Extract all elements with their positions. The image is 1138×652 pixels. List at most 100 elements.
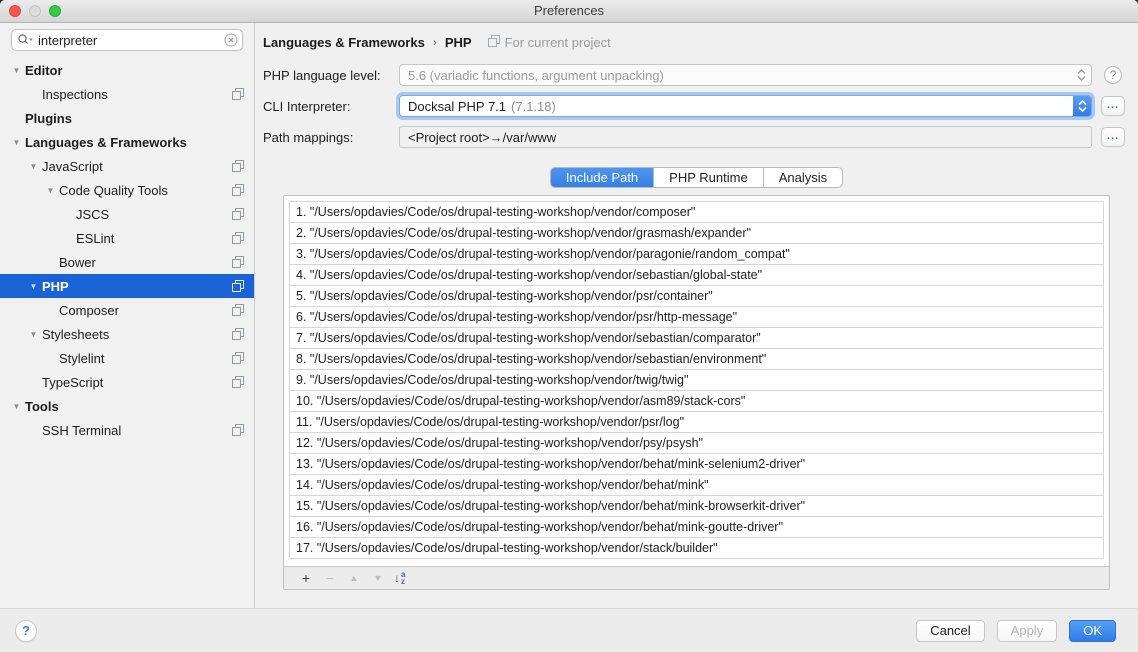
project-settings-icon <box>232 208 244 223</box>
preferences-window: Preferences ▼ Editor Inspe <box>0 0 1138 652</box>
project-settings-icon <box>232 376 244 391</box>
settings-sidebar: ▼ Editor Inspections Plugins ▼ Languages… <box>0 23 255 608</box>
dialog-footer: ? Cancel Apply OK <box>0 608 1138 652</box>
include-path-row[interactable]: 7. "/Users/opdavies/Code/os/drupal-testi… <box>289 327 1104 349</box>
minimize-button <box>29 5 41 17</box>
cli-interpreter-label: CLI Interpreter: <box>263 99 399 114</box>
sidebar-item-stylelint[interactable]: Stylelint <box>0 346 254 370</box>
expand-arrow-icon[interactable]: ▼ <box>8 138 25 147</box>
expand-arrow-icon[interactable]: ▼ <box>25 282 42 291</box>
cancel-button[interactable]: Cancel <box>916 620 984 642</box>
sidebar-item-bower[interactable]: Bower <box>0 250 254 274</box>
sidebar-item-inspections[interactable]: Inspections <box>0 82 254 106</box>
language-level-label: PHP language level: <box>263 68 399 83</box>
project-settings-icon <box>232 352 244 367</box>
zoom-button[interactable] <box>49 5 61 17</box>
breadcrumb-php: PHP <box>445 35 472 50</box>
traffic-lights <box>9 5 61 17</box>
scope-label: For current project <box>505 35 611 50</box>
titlebar: Preferences <box>0 0 1138 23</box>
help-button[interactable]: ? <box>15 620 37 642</box>
cli-interpreter-select[interactable]: Docksal PHP 7.1 (7.1.18) <box>399 95 1092 117</box>
scope-indicator: For current project <box>488 35 611 50</box>
sidebar-item-composer[interactable]: Composer <box>0 298 254 322</box>
list-toolbar: + − ▲ ▼ ↓ a z <box>284 566 1109 589</box>
path-mappings-browse-button[interactable]: ... <box>1101 127 1125 147</box>
clear-search-icon[interactable] <box>224 33 238 52</box>
cli-interpreter-row: CLI Interpreter: Docksal PHP 7.1 (7.1.18… <box>263 95 1128 117</box>
tab-php-runtime[interactable]: PHP Runtime <box>654 168 764 187</box>
include-path-row[interactable]: 13. "/Users/opdavies/Code/os/drupal-test… <box>289 453 1104 475</box>
include-path-row[interactable]: 9. "/Users/opdavies/Code/os/drupal-testi… <box>289 369 1104 391</box>
sort-alphabetically-button[interactable]: ↓ a z <box>394 571 405 585</box>
sidebar-item-tools[interactable]: ▼ Tools <box>0 394 254 418</box>
expand-arrow-icon[interactable]: ▼ <box>8 402 25 411</box>
project-settings-icon <box>232 160 244 175</box>
breadcrumb: Languages & Frameworks › PHP For current… <box>263 32 1138 52</box>
ok-button[interactable]: OK <box>1069 620 1116 642</box>
close-button[interactable] <box>9 5 21 17</box>
project-settings-icon <box>232 88 244 103</box>
sidebar-item-stylesheets[interactable]: ▼ Stylesheets <box>0 322 254 346</box>
search-icon <box>17 33 33 52</box>
include-path-list[interactable]: 1. "/Users/opdavies/Code/os/drupal-testi… <box>284 196 1109 566</box>
php-tabs: Include Path PHP Runtime Analysis <box>550 167 843 188</box>
path-mappings-row: Path mappings: <Project root>→/var/www .… <box>263 126 1128 148</box>
sidebar-item-ssh-terminal[interactable]: SSH Terminal <box>0 418 254 442</box>
breadcrumb-languages-frameworks[interactable]: Languages & Frameworks <box>263 35 425 50</box>
include-path-row[interactable]: 2. "/Users/opdavies/Code/os/drupal-testi… <box>289 222 1104 244</box>
include-path-row[interactable]: 8. "/Users/opdavies/Code/os/drupal-testi… <box>289 348 1104 370</box>
project-scope-icon <box>488 35 500 50</box>
tab-include-path[interactable]: Include Path <box>551 168 654 187</box>
include-path-row[interactable]: 15. "/Users/opdavies/Code/os/drupal-test… <box>289 495 1104 517</box>
expand-arrow-icon[interactable]: ▼ <box>8 66 25 75</box>
project-settings-icon <box>232 184 244 199</box>
remove-path-button: − <box>318 570 342 586</box>
interpreter-version: (7.1.18) <box>511 99 556 114</box>
field-help-icon[interactable]: ? <box>1104 66 1122 84</box>
php-form: PHP language level: 5.6 (variadic functi… <box>255 64 1138 157</box>
sidebar-item-editor[interactable]: ▼ Editor <box>0 58 254 82</box>
include-path-row[interactable]: 12. "/Users/opdavies/Code/os/drupal-test… <box>289 432 1104 454</box>
expand-arrow-icon[interactable]: ▼ <box>42 186 59 195</box>
stepper-chevrons-icon <box>1076 68 1087 82</box>
move-down-button: ▼ <box>366 573 390 583</box>
sidebar-item-eslint[interactable]: ESLint <box>0 226 254 250</box>
sidebar-item-languages-frameworks[interactable]: ▼ Languages & Frameworks <box>0 130 254 154</box>
path-mappings-label: Path mappings: <box>263 130 399 145</box>
include-path-row[interactable]: 14. "/Users/opdavies/Code/os/drupal-test… <box>289 474 1104 496</box>
breadcrumb-separator: › <box>433 35 437 49</box>
expand-arrow-icon[interactable]: ▼ <box>25 162 42 171</box>
interpreter-browse-button[interactable]: ... <box>1101 96 1125 116</box>
include-path-row[interactable]: 16. "/Users/opdavies/Code/os/drupal-test… <box>289 516 1104 538</box>
include-path-row[interactable]: 1. "/Users/opdavies/Code/os/drupal-testi… <box>289 201 1104 223</box>
project-settings-icon <box>232 424 244 439</box>
include-path-row[interactable]: 17. "/Users/opdavies/Code/os/drupal-test… <box>289 537 1104 559</box>
expand-arrow-icon[interactable]: ▼ <box>25 330 42 339</box>
include-path-row[interactable]: 6. "/Users/opdavies/Code/os/drupal-testi… <box>289 306 1104 328</box>
sidebar-item-php[interactable]: ▼ PHP <box>0 274 254 298</box>
sidebar-item-code-quality-tools[interactable]: ▼ Code Quality Tools <box>0 178 254 202</box>
include-path-row[interactable]: 10. "/Users/opdavies/Code/os/drupal-test… <box>289 390 1104 412</box>
path-mappings-field[interactable]: <Project root>→/var/www <box>399 126 1092 148</box>
sidebar-item-typescript[interactable]: TypeScript <box>0 370 254 394</box>
project-settings-icon <box>232 328 244 343</box>
combo-chevrons-icon <box>1073 95 1092 117</box>
tab-analysis[interactable]: Analysis <box>764 168 842 187</box>
search-field-wrap <box>11 29 243 51</box>
include-path-row[interactable]: 11. "/Users/opdavies/Code/os/drupal-test… <box>289 411 1104 433</box>
move-up-button: ▲ <box>342 573 366 583</box>
sort-arrow-icon: ↓ <box>394 571 400 585</box>
search-input[interactable] <box>11 29 243 51</box>
language-level-select[interactable]: 5.6 (variadic functions, argument unpack… <box>399 64 1092 86</box>
project-settings-icon <box>232 280 244 295</box>
sidebar-item-plugins[interactable]: Plugins <box>0 106 254 130</box>
include-path-row[interactable]: 3. "/Users/opdavies/Code/os/drupal-testi… <box>289 243 1104 265</box>
sidebar-item-jscs[interactable]: JSCS <box>0 202 254 226</box>
include-path-row[interactable]: 5. "/Users/opdavies/Code/os/drupal-testi… <box>289 285 1104 307</box>
include-path-panel: 1. "/Users/opdavies/Code/os/drupal-testi… <box>283 195 1110 590</box>
apply-button: Apply <box>997 620 1058 642</box>
sidebar-item-javascript[interactable]: ▼ JavaScript <box>0 154 254 178</box>
add-path-button[interactable]: + <box>294 570 318 586</box>
include-path-row[interactable]: 4. "/Users/opdavies/Code/os/drupal-testi… <box>289 264 1104 286</box>
